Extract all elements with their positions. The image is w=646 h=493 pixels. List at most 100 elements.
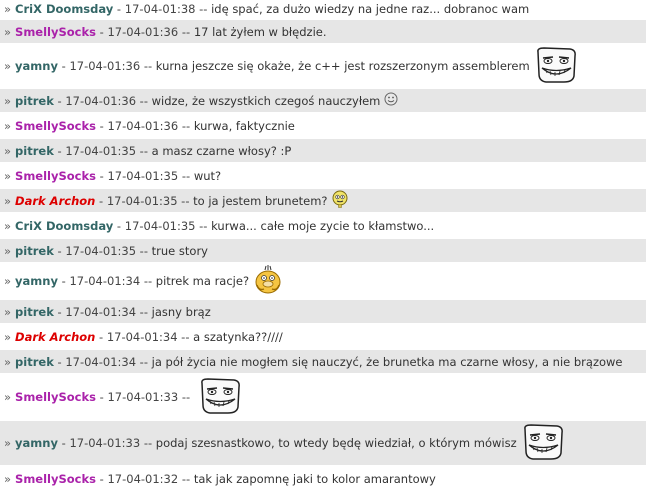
message-text: kurna jeszcze się okaże, że c++ jest roz…	[155, 59, 530, 73]
message-text: wut?	[193, 168, 222, 183]
message-bullet: »	[4, 471, 12, 486]
separator: -	[113, 2, 125, 16]
timestamp: 17-04-01:35	[65, 143, 137, 158]
username-link[interactable]: yamny	[15, 436, 58, 450]
separator: -	[96, 390, 108, 404]
separator: --	[178, 24, 194, 39]
username-link[interactable]: pitrek	[15, 94, 54, 108]
chat-log: » CriX Doomsday - 17-04-01:38 -- idę spać…	[0, 0, 646, 492]
message-text: idę spać, za dużo wiedzy na jedne raz...…	[211, 2, 530, 16]
timestamp: 17-04-01:35	[106, 193, 178, 208]
username-link[interactable]: CriX Doomsday	[15, 219, 113, 233]
separator: --	[136, 354, 152, 369]
chat-message: » SmellySocks - 17-04-01:36 -- kurwa, fak…	[0, 114, 646, 139]
username-link[interactable]: SmellySocks	[15, 119, 96, 133]
troll-face-icon	[198, 377, 242, 418]
timestamp: 17-04-01:35	[107, 168, 179, 183]
chat-message: » pitrek - 17-04-01:35 -- true story	[0, 239, 646, 264]
separator: -	[53, 354, 66, 369]
chat-message: » pitrek - 17-04-01:35 -- a masz czarne w…	[0, 139, 646, 164]
separator: --	[136, 143, 152, 158]
chat-message: » CriX Doomsday - 17-04-01:38 -- idę spać…	[0, 0, 646, 20]
message-bullet: »	[4, 354, 12, 369]
separator: --	[178, 118, 194, 133]
chat-message: » Dark Archon - 17-04-01:35 -- to ja jest…	[0, 189, 646, 214]
username-link[interactable]: SmellySocks	[15, 390, 96, 404]
separator: --	[136, 243, 152, 258]
separator: -	[96, 118, 108, 133]
separator: --	[178, 168, 194, 183]
message-text: 17 lat żyłem w błędzie.	[193, 24, 327, 39]
chat-message: » SmellySocks - 17-04-01:36 -- 17 lat żył…	[0, 20, 646, 45]
chat-message: » SmellySocks - 17-04-01:35 -- wut?	[0, 164, 646, 189]
message-bullet: »	[4, 243, 12, 258]
timestamp: 17-04-01:33	[69, 436, 141, 450]
timestamp: 17-04-01:35	[124, 218, 196, 233]
timestamp: 17-04-01:36	[69, 59, 141, 73]
separator: --	[177, 193, 194, 208]
username-link[interactable]: pitrek	[15, 305, 54, 319]
message-bullet: »	[4, 274, 12, 288]
separator: -	[53, 304, 66, 319]
username-link[interactable]: CriX Doomsday	[15, 2, 113, 16]
separator: -	[95, 329, 107, 344]
separator: --	[140, 59, 156, 73]
message-bullet: »	[4, 193, 12, 208]
timestamp: 17-04-01:34	[65, 354, 137, 369]
separator: --	[140, 274, 156, 288]
timestamp: 17-04-01:35	[65, 243, 137, 258]
username-link[interactable]: Dark Archon	[15, 194, 95, 208]
timestamp: 17-04-01:36	[107, 118, 179, 133]
username-link[interactable]: yamny	[15, 274, 58, 288]
separator: --	[136, 304, 152, 319]
chat-message: » SmellySocks - 17-04-01:32 -- tak jak za…	[0, 467, 646, 492]
username-link[interactable]: pitrek	[15, 355, 54, 369]
message-text: podaj szesnastkowo, to wtedy będę wiedzi…	[155, 436, 517, 450]
separator: -	[113, 218, 125, 233]
chat-message: » pitrek - 17-04-01:36 -- widze, że wszys…	[0, 89, 646, 114]
username-link[interactable]: SmellySocks	[15, 472, 96, 486]
separator: --	[178, 471, 194, 486]
username-link[interactable]: Dark Archon	[15, 330, 95, 344]
username-link[interactable]: pitrek	[15, 144, 54, 158]
timestamp: 17-04-01:32	[107, 471, 179, 486]
message-text: ja pół życia nie mogłem się nauczyć, że …	[151, 354, 623, 369]
message-bullet: »	[4, 329, 12, 344]
message-text: a masz czarne włosy? :P	[151, 143, 292, 158]
separator: -	[53, 243, 66, 258]
separator: -	[57, 274, 70, 288]
separator: -	[95, 193, 107, 208]
message-bullet: »	[4, 143, 12, 158]
separator: --	[195, 2, 212, 16]
message-bullet: »	[4, 218, 12, 233]
separator: --	[178, 390, 194, 404]
chat-message: » pitrek - 17-04-01:34 -- ja pół życia ni…	[0, 350, 646, 375]
timestamp: 17-04-01:34	[106, 329, 178, 344]
message-bullet: »	[4, 93, 12, 108]
message-bullet: »	[4, 2, 12, 16]
separator: -	[53, 93, 66, 108]
timestamp: 17-04-01:34	[69, 274, 141, 288]
separator: --	[136, 93, 152, 108]
username-link[interactable]: pitrek	[15, 244, 54, 258]
username-link[interactable]: yamny	[15, 59, 58, 73]
username-link[interactable]: SmellySocks	[15, 25, 96, 39]
username-link[interactable]: SmellySocks	[15, 169, 96, 183]
troll-face-icon	[521, 423, 565, 464]
message-text: widze, że wszystkich czegoś nauczyłem	[151, 93, 381, 108]
message-bullet: »	[4, 168, 12, 183]
confused-face-icon	[332, 190, 348, 211]
message-text: true story	[151, 243, 208, 258]
separator: -	[53, 143, 66, 158]
grin-small-icon	[384, 92, 398, 109]
chat-message: » yamny - 17-04-01:34 -- pitrek ma racje?	[0, 264, 646, 300]
chat-message: » Dark Archon - 17-04-01:34 -- a szatynka…	[0, 325, 646, 350]
message-bullet: »	[4, 304, 12, 319]
separator: -	[57, 436, 70, 450]
message-text: kurwa... całe moje zycie to kłamstwo...	[211, 218, 435, 233]
message-bullet: »	[4, 436, 12, 450]
separator: -	[96, 24, 108, 39]
message-text: pitrek ma racje?	[155, 274, 250, 288]
troll-face-icon	[534, 46, 578, 87]
message-bullet: »	[4, 59, 12, 73]
